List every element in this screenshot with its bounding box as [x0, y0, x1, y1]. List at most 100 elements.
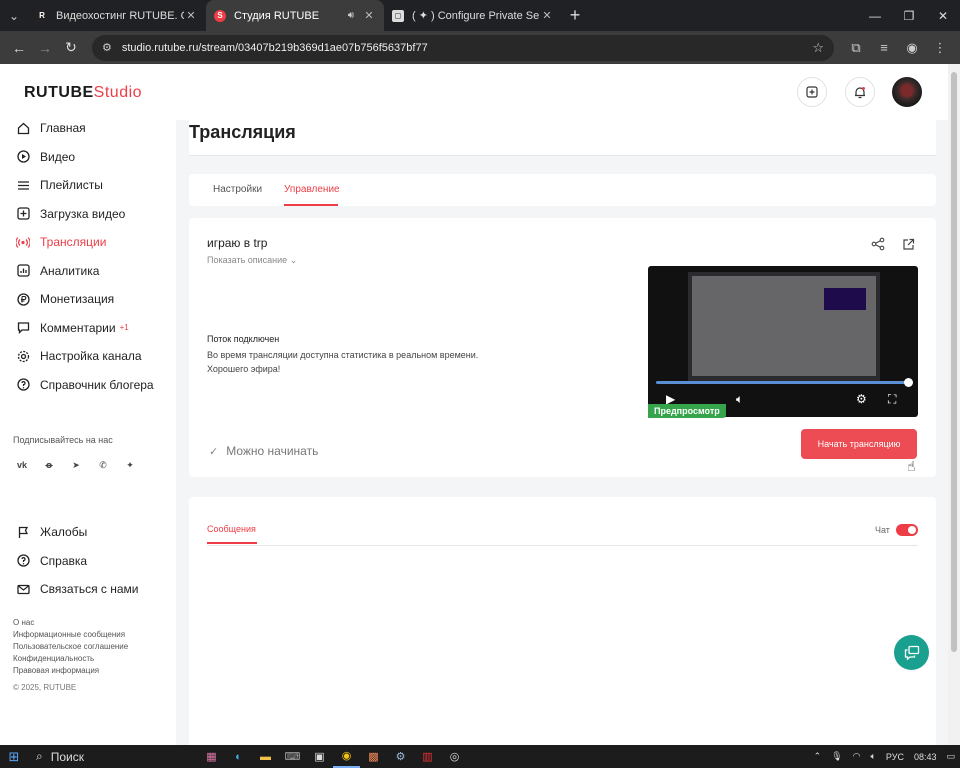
keyboard-icon[interactable]: ⌨	[279, 745, 306, 768]
settings-gear-icon[interactable]: ⚙	[856, 392, 867, 406]
notifications-button[interactable]	[845, 77, 875, 107]
mail-icon	[16, 582, 30, 596]
forward-icon[interactable]: →	[32, 35, 58, 61]
menu-icon[interactable]: ⋮	[926, 40, 954, 56]
ready-text: Можно начинать	[226, 444, 319, 458]
ok-icon[interactable]: ꝋ	[40, 456, 58, 474]
search-icon: ⌕	[36, 749, 43, 763]
browser-tab-studio[interactable]: S Студия RUTUBE 🔊︎ ✕	[206, 0, 384, 31]
microphone-icon[interactable]: 🎙︎	[831, 751, 842, 762]
restore-icon[interactable]: ❐	[892, 0, 926, 31]
sidebar-item-video[interactable]: Видео	[0, 143, 176, 172]
sidebar-item-upload[interactable]: Загрузка видео	[0, 200, 176, 229]
footer-link-info[interactable]: Информационные сообщения	[13, 629, 128, 641]
page-title: Трансляция	[189, 122, 296, 142]
clock[interactable]: 08:43	[914, 752, 937, 762]
footer-link-about[interactable]: О нас	[13, 617, 128, 629]
sidebar-item-label: Аналитика	[40, 263, 100, 278]
tab-settings[interactable]: Настройки	[213, 184, 262, 195]
app-icon[interactable]: ▩	[360, 745, 387, 768]
tab-close-icon[interactable]: ✕	[184, 9, 198, 22]
taskbar-search[interactable]: ⌕ Поиск	[28, 749, 168, 764]
tray-chevron-icon[interactable]: ⌃	[814, 751, 822, 762]
reload-icon[interactable]: ↻	[58, 35, 84, 61]
browser-toolbar: ← → ↻ ⚙ studio.rutube.ru/stream/03407b21…	[0, 31, 960, 64]
close-window-icon[interactable]: ✕	[926, 0, 960, 31]
site-info-icon[interactable]: ⚙	[102, 41, 112, 54]
vk-icon[interactable]: vk	[13, 456, 31, 474]
notification-center-icon[interactable]: ▭	[946, 751, 955, 762]
share-icon[interactable]	[870, 236, 886, 252]
sidebar-item-contact[interactable]: Связаться с нами	[0, 575, 176, 604]
url-text[interactable]: studio.rutube.ru/stream/03407b219b369d1a…	[122, 42, 812, 54]
stream-preview-player[interactable]: ▶ 🔈︎ ⚙ ⛶	[648, 266, 918, 417]
tab-close-icon[interactable]: ✕	[540, 9, 554, 22]
chrome-icon[interactable]: ◉	[333, 745, 360, 768]
sidebar-item-complaints[interactable]: Жалобы	[0, 518, 176, 547]
tab-search-icon[interactable]: ⌄	[0, 0, 28, 31]
progress-bar[interactable]	[656, 381, 910, 384]
sidebar-item-comments[interactable]: Комментарии +1	[0, 314, 176, 343]
sidebar-item-channel-settings[interactable]: Настройка канала	[0, 342, 176, 371]
support-chat-button[interactable]	[894, 635, 929, 670]
edge-icon[interactable]: ◐	[225, 745, 252, 768]
back-icon[interactable]: ←	[6, 35, 32, 61]
progress-knob[interactable]	[904, 378, 913, 387]
language-indicator[interactable]: РУС	[886, 752, 904, 762]
sidebar-item-help[interactable]: Справка	[0, 547, 176, 576]
telegram-icon[interactable]: ➤	[67, 456, 85, 474]
store-icon[interactable]: ▣	[306, 745, 333, 768]
file-explorer-icon[interactable]: ▬	[252, 745, 279, 768]
comments-badge: +1	[119, 323, 129, 333]
volume-tray-icon[interactable]: 🔈︎	[871, 751, 876, 762]
sidebar-item-monetization[interactable]: Монетизация	[0, 285, 176, 314]
chat-toggle[interactable]	[896, 524, 918, 536]
page-scrollbar[interactable]	[948, 64, 960, 745]
sidebar-item-label: Плейлисты	[40, 178, 103, 193]
add-content-button[interactable]	[797, 77, 827, 107]
bookmark-star-icon[interactable]: ☆	[812, 40, 824, 56]
flag-icon	[16, 525, 30, 539]
sidebar-item-blogger-guide[interactable]: Справочник блогера	[0, 371, 176, 400]
tab-title: Видеохостинг RUTUBE. Смотр	[56, 9, 184, 22]
obs-icon[interactable]: ◎	[441, 745, 468, 768]
footer-link-terms[interactable]: Пользовательское соглашение	[13, 641, 128, 653]
footer-link-privacy[interactable]: Конфиденциальность	[13, 653, 128, 665]
footer-link-legal[interactable]: Правовая информация	[13, 665, 128, 677]
media-controls-icon[interactable]: ≡	[870, 40, 898, 56]
tab-messages[interactable]: Сообщения	[207, 524, 256, 534]
sidebar-item-analytics[interactable]: Аналитика	[0, 257, 176, 286]
browser-tab-rutube[interactable]: R Видеохостинг RUTUBE. Смотр ✕	[28, 0, 206, 31]
rutube-studio-logo[interactable]: RUTUBEStudio	[24, 84, 142, 102]
address-bar[interactable]: ⚙ studio.rutube.ru/stream/03407b219b369d…	[92, 34, 834, 61]
avatar[interactable]	[892, 77, 922, 107]
windows-start-icon[interactable]: ⊞	[0, 749, 28, 765]
fullscreen-icon[interactable]: ⛶	[888, 392, 896, 407]
tab-management[interactable]: Управление	[284, 184, 340, 195]
sidebar-item-label: Связаться с нами	[40, 582, 139, 597]
tab-title: Студия RUTUBE	[234, 9, 320, 22]
wifi-icon[interactable]: ◠	[853, 751, 861, 762]
new-tab-icon[interactable]: +	[562, 0, 588, 31]
viber-icon[interactable]: ✆	[94, 456, 112, 474]
browser-tab-config[interactable]: ◻ ( ✦ ) Configure Private Server ✕	[384, 0, 562, 31]
sidebar-item-playlists[interactable]: Плейлисты	[0, 171, 176, 200]
start-broadcast-button[interactable]: Начать трансляцию	[801, 429, 917, 459]
speaker-icon[interactable]: 🔊︎	[348, 10, 354, 21]
sidebar-item-home[interactable]: Главная	[0, 114, 176, 143]
steam-icon[interactable]: ⚙	[387, 745, 414, 768]
minimize-icon[interactable]: —	[858, 0, 892, 31]
volume-icon[interactable]: 🔈︎	[736, 392, 743, 407]
sidebar-item-label: Монетизация	[40, 292, 115, 307]
widgets-icon[interactable]: ▦	[198, 745, 225, 768]
extensions-icon[interactable]: ⧉	[842, 40, 870, 56]
divider	[207, 545, 918, 546]
app-red-icon[interactable]: ▥	[414, 745, 441, 768]
tab-close-icon[interactable]: ✕	[362, 9, 376, 22]
dzen-icon[interactable]: ✦	[121, 456, 139, 474]
profile-icon[interactable]: ◉	[898, 40, 926, 56]
comments-icon	[16, 321, 30, 335]
show-description-link[interactable]: Показать описание ⌄	[207, 255, 297, 266]
external-link-icon[interactable]	[900, 236, 916, 252]
sidebar-item-broadcasts[interactable]: Трансляции	[0, 228, 176, 257]
